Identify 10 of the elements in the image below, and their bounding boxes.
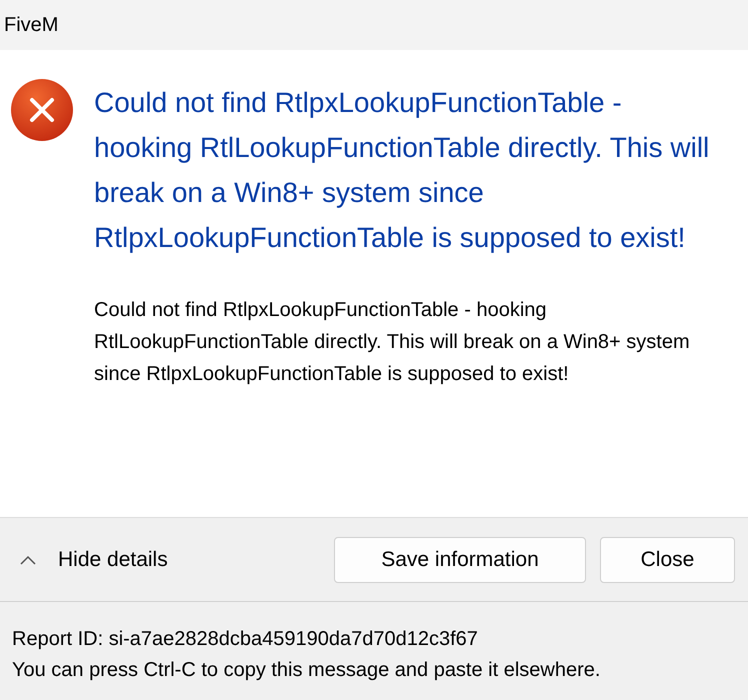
details-toggle[interactable]: Hide details xyxy=(20,544,168,576)
footer-text: Report ID: si-a7ae2828dcba459190da7d70d12c3f67 xyxy=(12,627,479,652)
chevron-icon xyxy=(20,554,36,564)
window-title: FiveM xyxy=(4,14,58,36)
footer-text: You can press Ctrl-C to copy this message and paste it elsewhere. xyxy=(12,658,602,683)
main-instruction: Could not find RtlpxLookupFunctionTable - hooking RtlLookupFunctionTable directly. This will break on a Win8+ system since RtlpxLookupFunctionTable is supposed to exist! xyxy=(94,86,710,255)
error-icon xyxy=(10,78,74,142)
save-button[interactable]: Save information xyxy=(334,536,586,582)
message-text: Could not find RtlpxLookupFunctionTable - hooking RtlLookupFunctionTable directly. This will break on a Win8+ system since RtlpxLookupFunctionTable is supposed to exist! xyxy=(94,298,691,387)
close-button[interactable]: Close xyxy=(600,536,735,582)
